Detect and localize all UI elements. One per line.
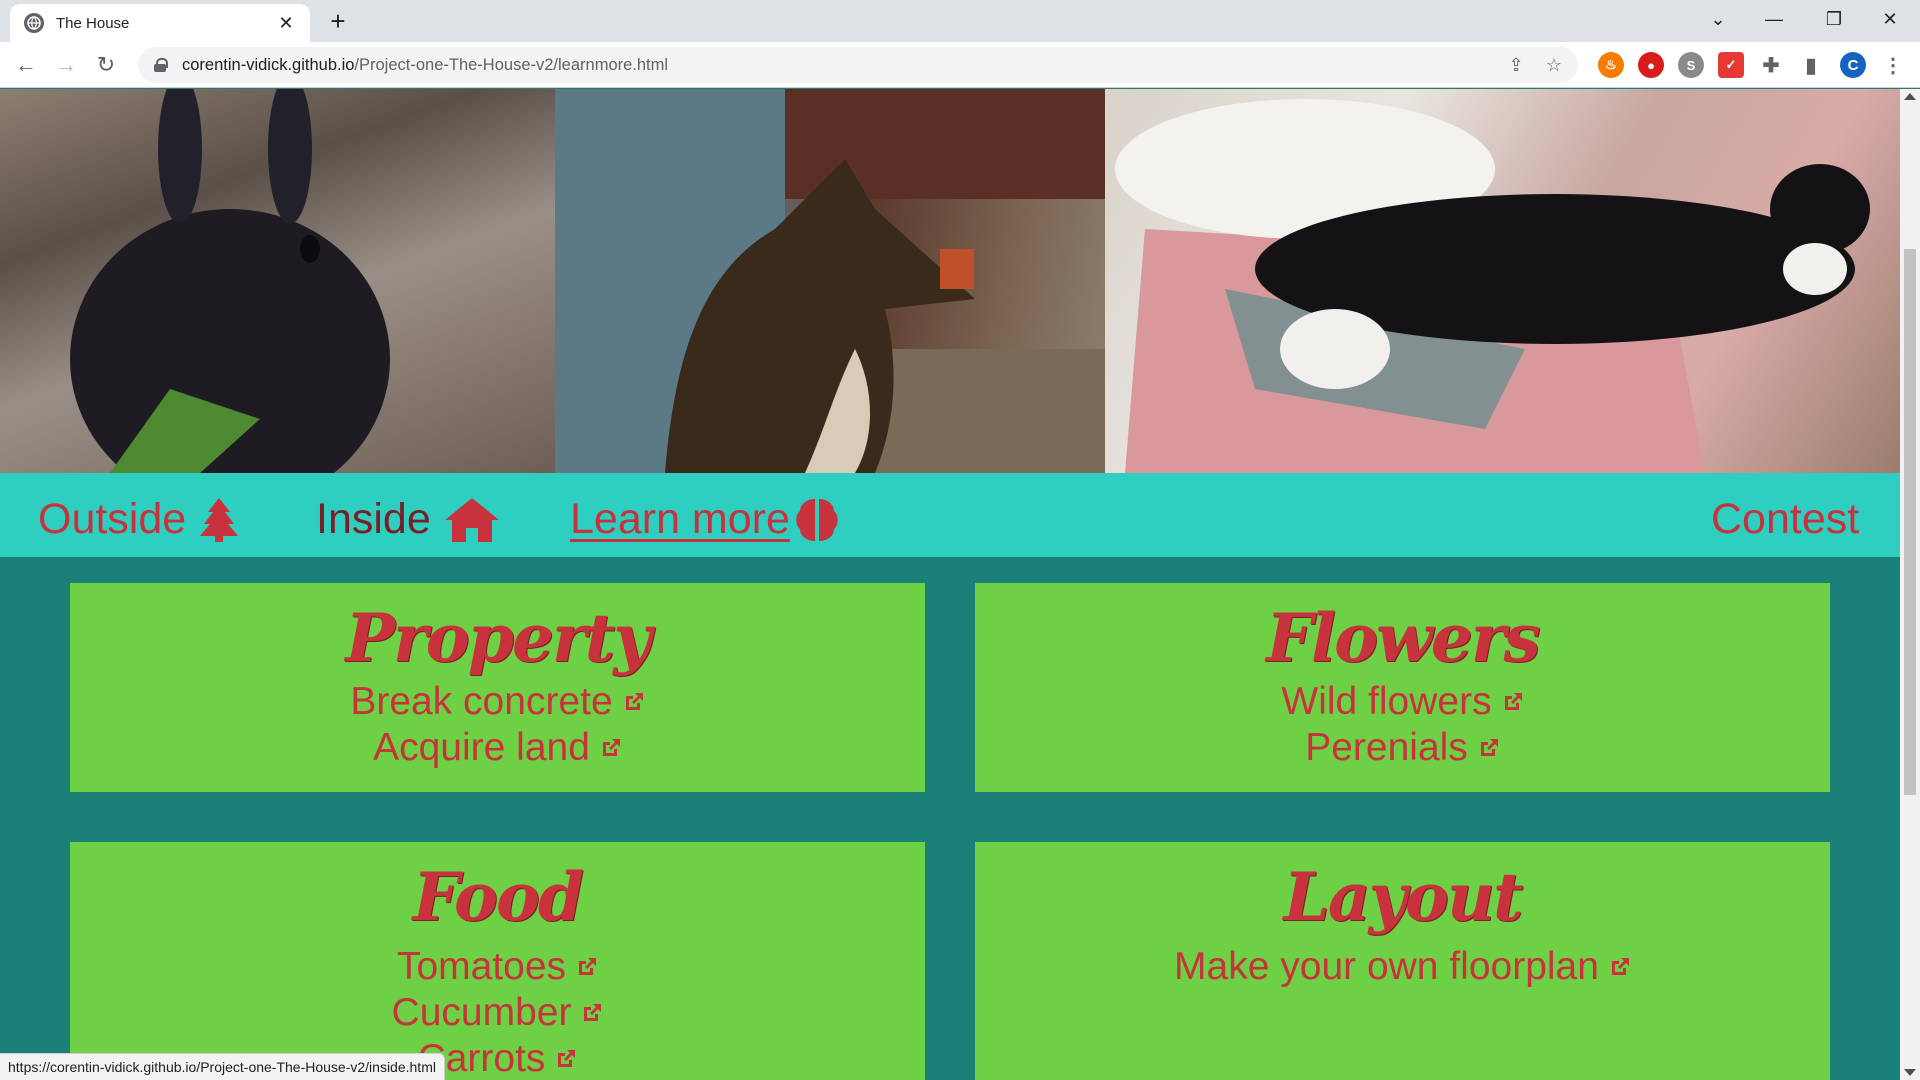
star-icon[interactable]: ☆ bbox=[1542, 53, 1566, 77]
tab-search-icon[interactable]: ⌄ bbox=[1690, 0, 1746, 38]
s-extension-icon[interactable]: S bbox=[1678, 52, 1704, 78]
nav-contest[interactable]: Contest bbox=[1711, 495, 1859, 544]
scroll-up-arrow-icon[interactable] bbox=[1904, 93, 1916, 100]
card-title-food: Food bbox=[412, 858, 584, 936]
card-title-layout: Layout bbox=[1283, 858, 1523, 936]
nav-inside[interactable]: Inside bbox=[316, 495, 499, 544]
status-bar-url: https://corentin-vidick.github.io/Projec… bbox=[0, 1053, 445, 1080]
minimize-button[interactable]: — bbox=[1746, 0, 1802, 38]
dog-photo bbox=[555, 89, 1105, 473]
side-panel-icon[interactable]: ▮ bbox=[1798, 52, 1824, 78]
nav-learn-more-label: Learn more bbox=[570, 495, 790, 543]
nav-inside-label: Inside bbox=[316, 495, 431, 543]
link-label: Wild flowers bbox=[1281, 680, 1492, 723]
card-title-property: Property bbox=[345, 599, 651, 677]
back-button[interactable]: ← bbox=[10, 49, 42, 81]
external-link-icon bbox=[555, 1048, 577, 1070]
card-property: Property Break concrete Acquire land bbox=[70, 583, 925, 792]
browser-tab[interactable]: The House ✕ bbox=[10, 4, 310, 42]
link-wild-flowers[interactable]: Wild flowers bbox=[975, 679, 1830, 725]
external-link-icon bbox=[623, 691, 645, 713]
link-perenials[interactable]: Perenials bbox=[975, 725, 1830, 771]
scroll-down-arrow-icon[interactable] bbox=[1904, 1069, 1916, 1076]
external-link-icon bbox=[576, 956, 598, 978]
share-icon[interactable]: ⇪ bbox=[1504, 53, 1528, 77]
card-title-flowers: Flowers bbox=[1266, 599, 1541, 677]
browser-toolbar: ← → ↻ corentin-vidick.github.io/Project-… bbox=[0, 42, 1920, 88]
nav-learn-more[interactable]: Learn more bbox=[570, 495, 840, 544]
link-label: Cucumber bbox=[391, 991, 572, 1034]
scroll-thumb[interactable] bbox=[1904, 249, 1916, 795]
link-cucumber[interactable]: Cucumber bbox=[70, 990, 925, 1036]
external-link-icon bbox=[1609, 956, 1631, 978]
url-host: corentin-vidick.github.io bbox=[182, 55, 355, 74]
link-label: Make your own floorplan bbox=[1174, 945, 1599, 988]
link-label: Break concrete bbox=[350, 680, 613, 723]
adblock-extension-icon[interactable]: ● bbox=[1638, 52, 1664, 78]
forward-button[interactable]: → bbox=[50, 49, 82, 81]
nav-contest-label: Contest bbox=[1711, 495, 1860, 543]
address-bar[interactable]: corentin-vidick.github.io/Project-one-Th… bbox=[138, 47, 1578, 83]
profile-avatar[interactable]: C bbox=[1840, 52, 1866, 78]
rabbit-photo bbox=[0, 89, 555, 473]
page-scrollbar[interactable] bbox=[1900, 89, 1920, 1080]
restore-button[interactable]: ❐ bbox=[1806, 0, 1862, 38]
reload-button[interactable]: ↻ bbox=[90, 49, 122, 81]
close-tab-icon[interactable]: ✕ bbox=[276, 13, 296, 34]
card-flowers: Flowers Wild flowers Perenials bbox=[975, 583, 1830, 792]
hero-banner bbox=[0, 89, 1900, 473]
link-label: Perenials bbox=[1305, 726, 1468, 769]
tab-strip: The House ✕ + ⌄ — ❐ ✕ bbox=[0, 0, 1920, 42]
house-icon bbox=[444, 497, 499, 542]
cats-photo bbox=[1105, 89, 1900, 473]
page-viewport: Outside Inside Learn more Contest Proper… bbox=[0, 89, 1900, 1080]
link-make-floorplan[interactable]: Make your own floorplan bbox=[975, 944, 1830, 990]
card-layout: Layout Make your own floorplan bbox=[975, 842, 1830, 1080]
card-food: Food Tomatoes Cucumber Carrots bbox=[70, 842, 925, 1080]
puzzle-icon[interactable]: ✚ bbox=[1758, 52, 1784, 78]
link-tomatoes[interactable]: Tomatoes bbox=[70, 944, 925, 990]
main-navbar: Outside Inside Learn more Contest bbox=[0, 473, 1900, 557]
close-window-button[interactable]: ✕ bbox=[1862, 0, 1918, 38]
external-link-icon bbox=[600, 737, 622, 759]
url-path: /Project-one-The-House-v2/learnmore.html bbox=[354, 55, 669, 74]
brain-icon bbox=[794, 497, 840, 543]
fire-extension-icon[interactable]: ♨ bbox=[1598, 52, 1624, 78]
tree-icon bbox=[200, 497, 239, 542]
link-break-concrete[interactable]: Break concrete bbox=[70, 679, 925, 725]
new-tab-button[interactable]: + bbox=[322, 6, 354, 38]
external-link-icon bbox=[1502, 691, 1524, 713]
tab-title: The House bbox=[56, 14, 130, 32]
link-acquire-land[interactable]: Acquire land bbox=[70, 725, 925, 771]
nav-outside-label: Outside bbox=[38, 495, 187, 543]
shield-extension-icon[interactable]: ✓ bbox=[1718, 52, 1744, 78]
globe-icon bbox=[24, 13, 44, 33]
link-label: Acquire land bbox=[373, 726, 590, 769]
nav-outside[interactable]: Outside bbox=[38, 495, 239, 544]
link-label: Tomatoes bbox=[396, 945, 567, 988]
external-link-icon bbox=[1478, 737, 1500, 759]
external-link-icon bbox=[581, 1002, 603, 1024]
lock-icon[interactable] bbox=[154, 58, 168, 72]
menu-icon[interactable]: ⋮ bbox=[1880, 52, 1906, 78]
